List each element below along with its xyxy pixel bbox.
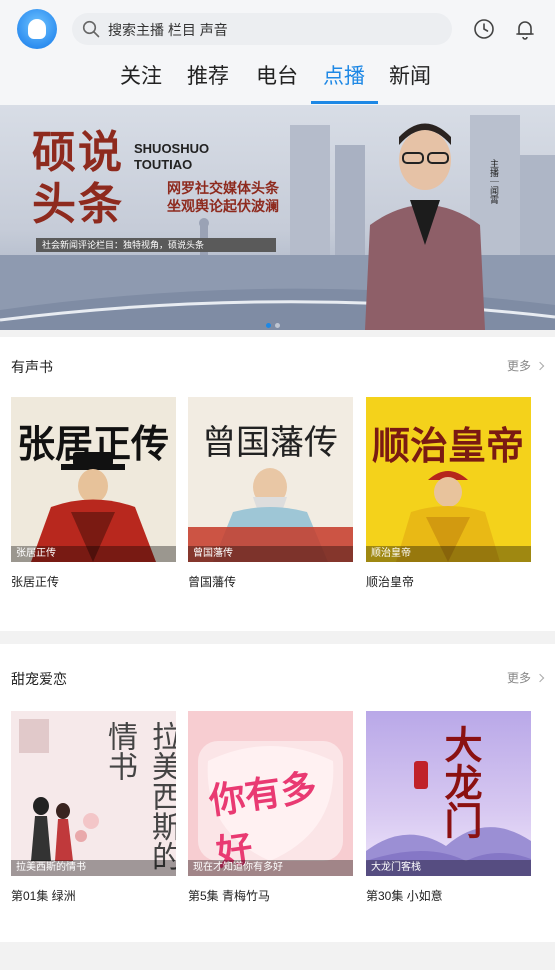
tab-recommend[interactable]: 推荐 xyxy=(187,60,229,90)
cover-image: 你有多好 现在才知道你有多好 xyxy=(188,711,353,876)
cover-image: 顺治皇帝 顺治皇帝 xyxy=(366,397,531,562)
chevron-right-icon xyxy=(535,361,545,371)
promo-banner[interactable]: 硕说头条 SHUOSHUO TOUTIAO 网罗社交媒体头条 坐观舆论起伏波澜 … xyxy=(0,105,555,330)
tab-follow[interactable]: 关注 xyxy=(120,60,162,90)
bell-icon[interactable] xyxy=(513,17,537,41)
cover-image: 大龙门 大龙门客栈 xyxy=(366,711,531,876)
card-caption: 第01集 绿洲 xyxy=(11,889,76,903)
card-caption: 第5集 青梅竹马 xyxy=(188,889,271,903)
app-logo[interactable] xyxy=(17,9,57,49)
cover-image: 拉美西斯的情书 拉美西斯的情书 xyxy=(11,711,176,876)
card-caption: 第30集 小如意 xyxy=(366,889,443,903)
chevron-right-icon xyxy=(535,673,545,683)
banner-host-label: 主播｜闻霄 xyxy=(489,159,499,204)
cover-image: 张居正传 张居正传 xyxy=(11,397,176,562)
tab-on-demand[interactable]: 点播 xyxy=(323,60,365,90)
carousel-dot[interactable] xyxy=(275,323,280,328)
card-caption: 张居正传 xyxy=(11,575,60,589)
section-romance: 甜宠爱恋 更多 拉美西斯的情书 拉美西斯的情书 第01集 绿洲 你有多好 现在才… xyxy=(0,644,555,942)
banner-subtitle: 网罗社交媒体头条 坐观舆论起伏波澜 xyxy=(167,180,279,214)
top-bar: 搜索主播 栏目 声音 关注 推荐 电台 点播 新闻 xyxy=(0,0,555,105)
card-caption: 曾国藩传 xyxy=(188,575,237,589)
more-link[interactable]: 更多 xyxy=(507,357,545,374)
search-icon xyxy=(82,20,100,38)
tab-radio[interactable]: 电台 xyxy=(256,60,298,90)
banner-title: 硕说头条 xyxy=(32,128,124,229)
banner-title-english: SHUOSHUO TOUTIAO xyxy=(134,141,210,172)
section-title: 有声书 xyxy=(11,359,53,375)
search-box[interactable]: 搜索主播 栏目 声音 xyxy=(72,13,452,45)
carousel-dot[interactable] xyxy=(266,323,271,328)
tab-news[interactable]: 新闻 xyxy=(389,60,431,90)
history-clock-icon[interactable] xyxy=(472,17,496,41)
section-audiobooks: 有声书 更多 张居正传 张居正传 张居正传 曾国藩传 曾国藩传 曾国藩传 顺治皇… xyxy=(0,337,555,631)
section-title: 甜宠爱恋 xyxy=(11,671,67,687)
category-tabs: 关注 推荐 电台 点播 新闻 xyxy=(0,58,555,104)
more-link[interactable]: 更多 xyxy=(507,669,545,686)
search-placeholder: 搜索主播 栏目 声音 xyxy=(108,22,228,38)
card-caption: 顺治皇帝 xyxy=(366,575,415,589)
banner-strip: 社会新闻评论栏目：独特视角，硕说头条 xyxy=(36,238,276,252)
active-tab-indicator xyxy=(311,101,378,104)
carousel-dots xyxy=(266,315,284,330)
cover-image: 曾国藩传 曾国藩传 xyxy=(188,397,353,562)
